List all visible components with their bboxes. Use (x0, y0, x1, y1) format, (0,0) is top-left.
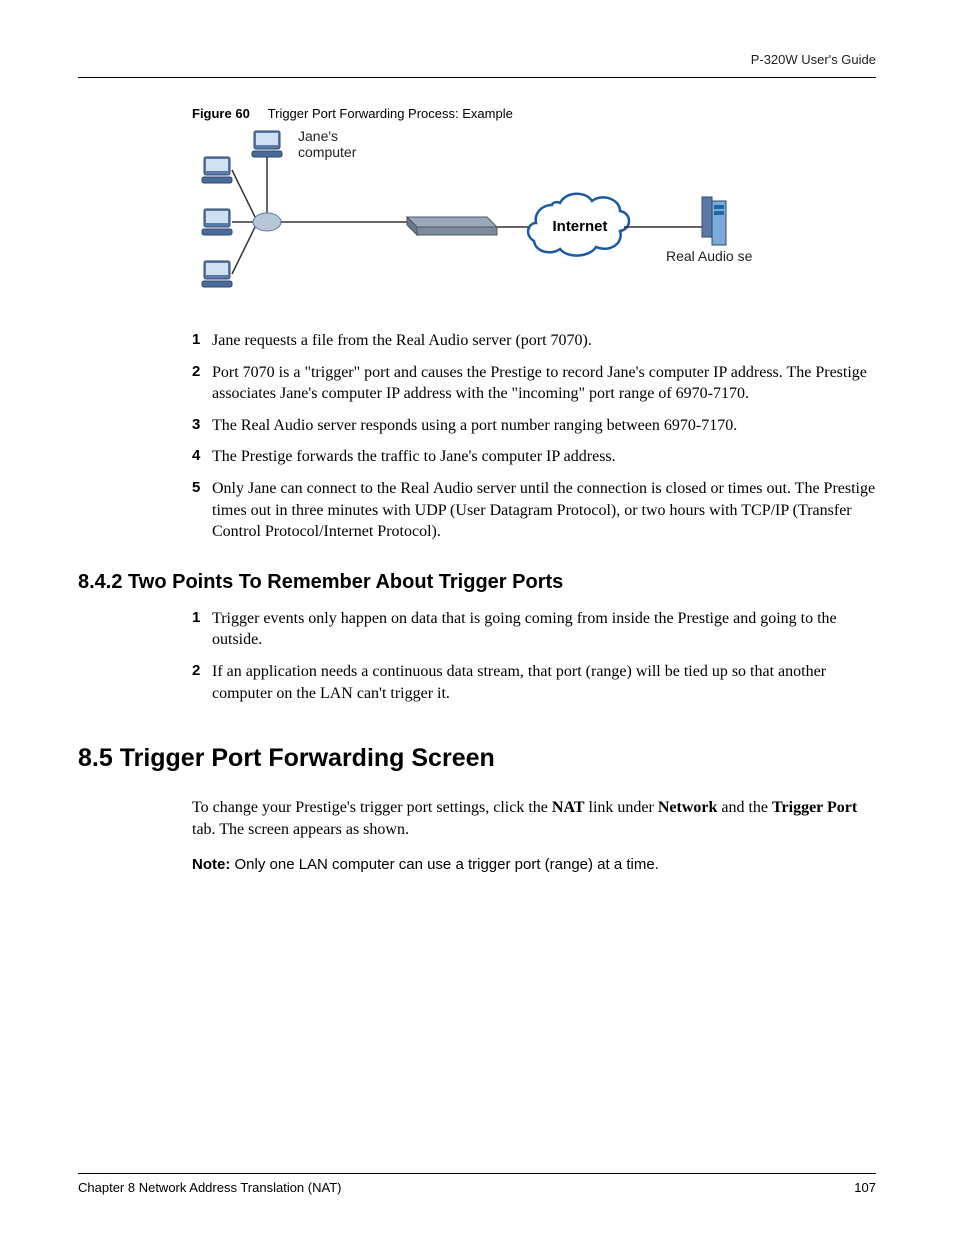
text: To change your Prestige's trigger port s… (192, 799, 552, 816)
footer-page-number: 107 (854, 1180, 876, 1195)
janes-label-2: computer (298, 144, 357, 160)
list-item: Only Jane can connect to the Real Audio … (192, 478, 876, 543)
list-item: The Real Audio server responds using a p… (192, 415, 876, 437)
section-842-heading: 8.4.2 Two Points To Remember About Trigg… (78, 571, 876, 594)
figure-label: Figure 60 (192, 106, 250, 121)
modem-icon (407, 217, 497, 235)
network-text: Network (658, 799, 718, 816)
list-item: The Prestige forwards the traffic to Jan… (192, 446, 876, 468)
link-line (232, 225, 256, 274)
janes-label-1: Jane's (298, 128, 338, 144)
remember-points-list: Trigger events only happen on data that … (192, 608, 876, 704)
list-item: Trigger events only happen on data that … (192, 608, 876, 651)
janes-pc-icon (252, 131, 282, 157)
section-85-intro: To change your Prestige's trigger port s… (192, 797, 876, 840)
note-text: Only one LAN computer can use a trigger … (230, 856, 659, 873)
trigger-port-text: Trigger Port (772, 799, 857, 816)
process-steps-list: Jane requests a file from the Real Audio… (192, 330, 876, 543)
server-label: Real Audio server (666, 248, 752, 264)
list-item: If an application needs a continuous dat… (192, 661, 876, 704)
page-footer: Chapter 8 Network Address Translation (N… (78, 1173, 876, 1195)
footer-rule (78, 1173, 876, 1174)
section-842-body: Trigger events only happen on data that … (192, 608, 876, 704)
internet-label: Internet (552, 218, 607, 235)
nat-link-text: NAT (552, 799, 585, 816)
list-item: Port 7070 is a "trigger" port and causes… (192, 362, 876, 405)
text: and the (717, 799, 772, 816)
header-rule (78, 77, 876, 78)
internet-cloud-icon: Internet (528, 194, 629, 256)
list-item: Jane requests a file from the Real Audio… (192, 330, 876, 352)
pc-icon (202, 261, 232, 287)
page: P-320W User's Guide Figure 60 Trigger Po… (0, 0, 954, 1235)
router-icon (253, 213, 281, 231)
link-line (232, 170, 256, 219)
server-icon (702, 197, 726, 245)
footer-chapter: Chapter 8 Network Address Translation (N… (78, 1180, 341, 1195)
note-label: Note: (192, 856, 230, 873)
figure-caption-text: Trigger Port Forwarding Process: Example (268, 106, 513, 121)
section-85-heading: 8.5 Trigger Port Forwarding Screen (78, 744, 876, 773)
text: tab. The screen appears as shown. (192, 821, 409, 838)
pc-icon (202, 209, 232, 235)
figure-caption: Figure 60 Trigger Port Forwarding Proces… (192, 106, 876, 121)
figure-block: Figure 60 Trigger Port Forwarding Proces… (192, 106, 876, 543)
text: link under (585, 799, 658, 816)
header-doc-title: P-320W User's Guide (78, 52, 876, 77)
network-diagram: Internet Jane's computer Real Audio serv… (192, 127, 876, 312)
pc-icon (202, 157, 232, 183)
note: Note: Only one LAN computer can use a tr… (192, 856, 876, 873)
